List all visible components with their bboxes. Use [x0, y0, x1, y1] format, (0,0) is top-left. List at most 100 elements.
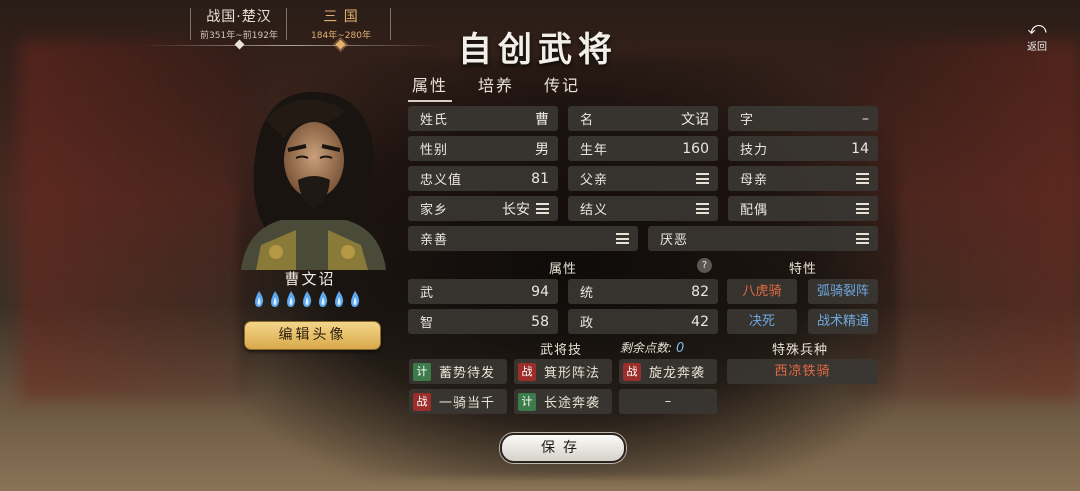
menu-icon	[856, 233, 869, 244]
stat-zhi[interactable]: 智 58	[408, 309, 558, 334]
spouse-field[interactable]: 配偶	[728, 196, 878, 221]
field-label: 家乡	[420, 203, 449, 218]
skill-slot[interactable]: 战 旋龙奔袭	[619, 359, 717, 384]
field-value: 曹	[535, 111, 549, 128]
soul-flame-icon	[303, 291, 312, 307]
era-name: 战国·楚汉	[206, 9, 272, 25]
skills-heading: 武将技	[540, 343, 583, 358]
remaining-points-label: 剩余点数:	[620, 341, 673, 355]
soul-flame-icon	[319, 291, 328, 307]
skill-name: 旋龙奔袭	[649, 366, 706, 381]
soul-flame-icon	[255, 291, 264, 307]
skill-name: 蓄势待发	[439, 366, 496, 381]
courtesy-name-field[interactable]: 字 –	[728, 106, 878, 131]
menu-icon	[856, 203, 869, 214]
field-value: 男	[535, 141, 549, 158]
dislikes-field[interactable]: 厌恶	[648, 226, 878, 251]
field-label: 政	[580, 316, 595, 331]
menu-icon	[536, 203, 549, 214]
era-years: 184年~280年	[311, 31, 371, 41]
tab-biography[interactable]: 传记	[540, 72, 584, 102]
soul-flame-icon	[351, 291, 360, 307]
skill-type-badge: 计	[518, 392, 536, 411]
hero-name: 曹文诏	[284, 270, 336, 288]
field-value: 82	[691, 283, 709, 300]
special-troop-slot[interactable]: 西凉铁骑	[727, 359, 878, 384]
menu-icon	[616, 233, 629, 244]
field-label: 母亲	[740, 173, 769, 188]
back-arrow-icon: ⤺	[1027, 18, 1047, 39]
father-field[interactable]: 父亲	[568, 166, 718, 191]
back-button[interactable]: ⤺ 返回	[1020, 18, 1054, 54]
field-label: 统	[580, 286, 595, 301]
field-label: 名	[580, 113, 595, 128]
back-label: 返回	[1027, 42, 1047, 53]
skill-power-field[interactable]: 技力 14	[728, 136, 878, 161]
trait-item[interactable]: 决死	[727, 309, 797, 334]
special-troop-heading: 特殊兵种	[772, 343, 829, 358]
skill-slot[interactable]: 计 长途奔袭	[514, 389, 612, 414]
trait-item[interactable]: 弧骑裂阵	[808, 279, 878, 304]
era-tab-sanguo[interactable]: 三 国 184年~280年	[286, 6, 396, 41]
traits-heading: 特性	[789, 262, 818, 277]
field-label: 武	[420, 286, 435, 301]
page-title: 自创武将	[458, 30, 618, 70]
likes-field[interactable]: 亲善	[408, 226, 638, 251]
skill-type-badge: 战	[413, 392, 431, 411]
skill-name: 箕形阵法	[544, 366, 601, 381]
field-label: 生年	[580, 143, 609, 158]
skill-name: 长途奔袭	[544, 396, 601, 411]
birth-year-field[interactable]: 生年 160	[568, 136, 718, 161]
gender-field[interactable]: 性别 男	[408, 136, 558, 161]
field-label: 配偶	[740, 203, 769, 218]
loyalty-field[interactable]: 忠义值 81	[408, 166, 558, 191]
era-name: 三 国	[323, 9, 359, 25]
field-value: 长安	[502, 201, 530, 218]
hometown-field[interactable]: 家乡 长安	[408, 196, 558, 221]
sworn-siblings-field[interactable]: 结义	[568, 196, 718, 221]
era-divider	[390, 8, 391, 40]
edit-portrait-button[interactable]: 编辑头像	[244, 321, 381, 350]
skill-slot-empty[interactable]: –	[619, 389, 717, 414]
background-curtain-left	[20, 40, 250, 400]
surname-field[interactable]: 姓氏 曹	[408, 106, 558, 131]
field-value: 文诏	[681, 111, 709, 128]
trait-item[interactable]: 战术精通	[808, 309, 878, 334]
field-label: 性别	[420, 143, 449, 158]
field-label: 智	[420, 316, 435, 331]
skill-slot[interactable]: 战 一骑当千	[409, 389, 507, 414]
field-value: 58	[531, 313, 549, 330]
field-label: 父亲	[580, 173, 609, 188]
trait-item[interactable]: 八虎骑	[727, 279, 797, 304]
era-tab-zhanguo[interactable]: 战国·楚汉 前351年~前192年	[184, 6, 294, 41]
mother-field[interactable]: 母亲	[728, 166, 878, 191]
stat-zheng[interactable]: 政 42	[568, 309, 718, 334]
field-label: 亲善	[420, 233, 449, 248]
menu-icon	[696, 173, 709, 184]
skill-name: 一骑当千	[439, 396, 496, 411]
tab-training[interactable]: 培养	[474, 72, 518, 102]
soul-flame-icon	[335, 291, 344, 307]
stat-tong[interactable]: 统 82	[568, 279, 718, 304]
soul-flame-icon	[271, 291, 280, 307]
field-value: 42	[691, 313, 709, 330]
skill-slot[interactable]: 计 蓄势待发	[409, 359, 507, 384]
field-value: 81	[531, 170, 549, 187]
field-value: –	[862, 110, 869, 127]
skill-type-badge: 计	[413, 362, 431, 381]
hero-rank-stars	[252, 290, 362, 308]
era-timeline	[140, 45, 440, 46]
field-label: 结义	[580, 203, 609, 218]
tab-attributes[interactable]: 属性	[408, 72, 453, 102]
stat-wu[interactable]: 武 94	[408, 279, 558, 304]
help-icon[interactable]: ?	[697, 258, 712, 273]
skill-slot[interactable]: 战 箕形阵法	[514, 359, 612, 384]
field-value: 160	[682, 140, 709, 157]
remaining-points: 剩余点数: 0	[620, 339, 684, 356]
given-name-field[interactable]: 名 文诏	[568, 106, 718, 131]
remaining-points-value: 0	[676, 341, 685, 356]
skill-type-badge: 战	[623, 362, 641, 381]
field-value: 94	[531, 283, 549, 300]
skill-type-badge: 战	[518, 362, 536, 381]
save-button[interactable]: 保存	[500, 433, 626, 463]
